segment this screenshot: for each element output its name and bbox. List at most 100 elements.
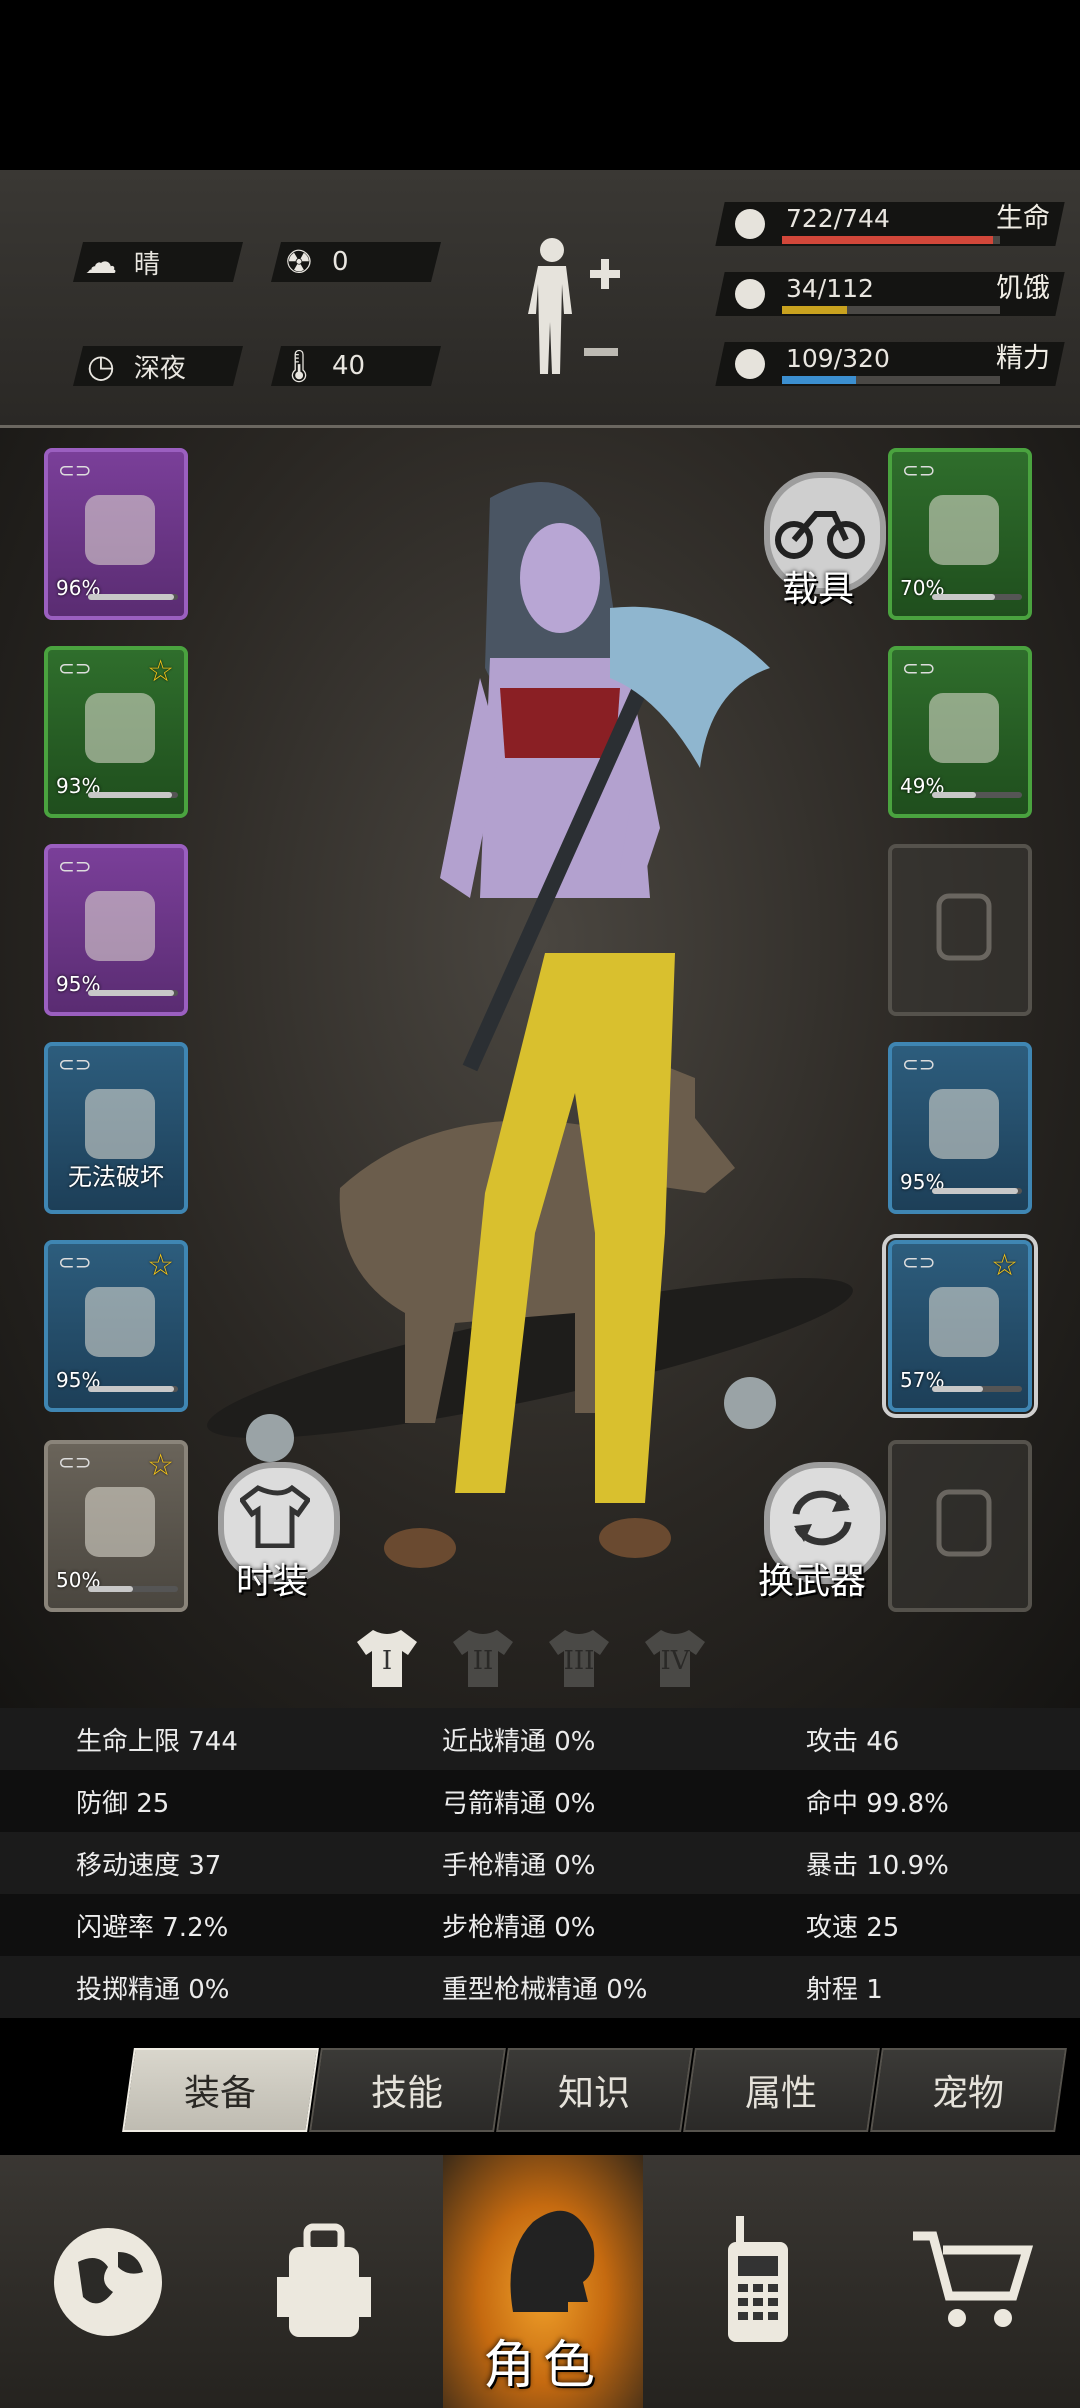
thermometer-icon: 🌡 xyxy=(278,347,320,385)
durability-bar-fill xyxy=(88,990,174,996)
bottom-nav: 角色 xyxy=(0,2155,1080,2408)
stats-table: 生命上限 744 近战精通 0% 攻击 46 防御 25 弓箭精通 0% 命中 99.8%… xyxy=(0,1708,1080,2018)
stat-cell: 命中 99.8% xyxy=(806,1788,949,1819)
stat-cell: 生命上限 744 xyxy=(76,1726,238,1757)
slot-bag-empty[interactable] xyxy=(888,844,1032,1016)
stats-row: 闪避率 7.2% 步枪精通 0% 攻速 25 xyxy=(0,1894,1080,1956)
nav-character-label: 角色 xyxy=(482,2336,603,2396)
slot-pants[interactable]: ⊂⊃ ☆ 95% xyxy=(44,1240,188,1412)
slot-axe[interactable]: ⊂⊃ ☆ 57% xyxy=(882,1234,1038,1418)
slot-shoes[interactable]: ⊂⊃ ☆ 50% xyxy=(44,1440,188,1612)
link-icon: ⊂⊃ xyxy=(58,1450,92,1474)
mask-item-icon xyxy=(929,693,999,763)
slot-helmet[interactable]: ⊂⊃ 96% xyxy=(44,448,188,620)
stat-cell: 攻速 25 xyxy=(806,1912,900,1943)
link-icon: ⊂⊃ xyxy=(58,1052,92,1076)
slot-mask[interactable]: ⊂⊃ 49% xyxy=(888,646,1032,818)
link-icon: ⊂⊃ xyxy=(58,656,92,680)
motorcycle-icon xyxy=(775,511,865,559)
slot-shirt[interactable]: ⊂⊃ ☆ 93% xyxy=(44,646,188,818)
stat-cell: 重型枪械精通 0% xyxy=(442,1974,648,2005)
durability-bar-fill xyxy=(88,1586,133,1592)
vital-bar-fill xyxy=(782,376,857,384)
slot-bottle-empty[interactable] xyxy=(888,1440,1032,1612)
slot-backpack[interactable]: ⊂⊃ 无法破坏 xyxy=(44,1042,188,1214)
shoes-item-icon xyxy=(85,1487,155,1557)
shirt-item-icon xyxy=(85,693,155,763)
pants-item-icon xyxy=(85,1287,155,1357)
outfit-set-2[interactable]: II xyxy=(451,1626,515,1690)
tab-1[interactable]: 技能 xyxy=(309,2048,506,2132)
slot-jacket[interactable]: ⊂⊃ 95% xyxy=(44,844,188,1016)
nav-world[interactable] xyxy=(0,2155,216,2408)
stat-cell: 暴击 10.9% xyxy=(806,1850,949,1881)
link-icon: ⊂⊃ xyxy=(902,1052,936,1076)
vital-bar-fill xyxy=(782,236,994,244)
stats-row: 移动速度 37 手枪精通 0% 暴击 10.9% xyxy=(0,1832,1080,1894)
radiation-icon: ☢ xyxy=(284,243,314,281)
clock-icon: ◷ xyxy=(87,347,115,385)
swap-weapon-label: 换武器 xyxy=(758,1561,867,1602)
stat-cell: 防御 25 xyxy=(76,1788,170,1819)
globe-icon xyxy=(54,2227,162,2336)
stat-cell: 闪避率 7.2% xyxy=(76,1912,229,1943)
tab-4[interactable]: 宠物 xyxy=(870,2048,1067,2132)
energy-head-icon xyxy=(735,349,765,379)
nav-radio[interactable] xyxy=(650,2155,866,2408)
jacket-item-icon xyxy=(85,891,155,961)
body-status-icon[interactable] xyxy=(520,230,630,390)
stat-cell: 弓箭精通 0% xyxy=(442,1788,596,1819)
tab-label: 属性 xyxy=(745,2073,818,2114)
durability-bar-fill xyxy=(88,594,175,600)
outfit-set-3[interactable]: III xyxy=(547,1626,611,1690)
time-value: 深夜 xyxy=(134,353,187,384)
bag-empty-placeholder-icon xyxy=(936,893,992,961)
vital-value: 34/112 xyxy=(786,274,874,303)
tab-3[interactable]: 属性 xyxy=(683,2048,880,2132)
link-icon: ⊂⊃ xyxy=(902,458,936,482)
nav-shop[interactable] xyxy=(864,2155,1080,2408)
link-icon: ⊂⊃ xyxy=(58,854,92,878)
main-tabs: 装备 技能 知识 属性 宠物 xyxy=(110,2048,1067,2132)
vital-bar-fill xyxy=(782,306,848,314)
radio-icon xyxy=(728,2215,788,2342)
radiation-value: 0 xyxy=(332,247,349,277)
helmet-item-icon xyxy=(85,495,155,565)
cloud-sun-icon: ☁ xyxy=(85,243,117,281)
durability-bar-fill xyxy=(88,792,172,798)
character-icon xyxy=(510,2210,595,2312)
stomach-icon xyxy=(735,279,765,309)
heart-pulse-icon xyxy=(735,209,765,239)
fashion-label: 时装 xyxy=(236,1561,309,1602)
outfit-set-1[interactable]: I xyxy=(355,1626,419,1690)
tshirt-icon xyxy=(240,1484,310,1548)
outfit-set-tabs: I II III IV xyxy=(355,1626,707,1690)
weather-value: 晴 xyxy=(134,249,161,280)
durability-bar-fill xyxy=(932,1188,1018,1194)
durability-bar-fill xyxy=(932,792,977,798)
stats-row: 生命上限 744 近战精通 0% 攻击 46 xyxy=(0,1708,1080,1770)
nav-character[interactable]: 角色 xyxy=(443,2155,643,2408)
slot-glasses[interactable]: ⊂⊃ 70% xyxy=(888,448,1032,620)
swap-icon xyxy=(792,1490,852,1546)
cart-icon xyxy=(913,2231,1034,2327)
stat-cell: 近战精通 0% xyxy=(442,1726,596,1757)
weather-chip: ☁ 晴 xyxy=(73,242,243,282)
bottle-empty-placeholder-icon xyxy=(936,1489,992,1557)
outfit-set-number: IV xyxy=(660,1646,690,1676)
axe-item-icon xyxy=(929,1287,999,1357)
tab-label: 技能 xyxy=(371,2073,444,2114)
slot-shield[interactable]: ⊂⊃ 95% xyxy=(888,1042,1032,1214)
temperature-chip: 🌡 40 xyxy=(271,346,441,386)
tab-label: 装备 xyxy=(184,2073,257,2114)
stat-cell: 移动速度 37 xyxy=(76,1850,222,1881)
vehicle-label: 载具 xyxy=(782,569,855,610)
tab-0[interactable]: 装备 xyxy=(122,2048,319,2132)
stats-row: 防御 25 弓箭精通 0% 命中 99.8% xyxy=(0,1770,1080,1832)
vital-bar xyxy=(782,306,1000,314)
durability-bar-fill xyxy=(932,594,995,600)
nav-inventory[interactable] xyxy=(216,2155,432,2408)
link-icon: ⊂⊃ xyxy=(58,458,92,482)
tab-2[interactable]: 知识 xyxy=(496,2048,693,2132)
outfit-set-4[interactable]: IV xyxy=(643,1626,707,1690)
